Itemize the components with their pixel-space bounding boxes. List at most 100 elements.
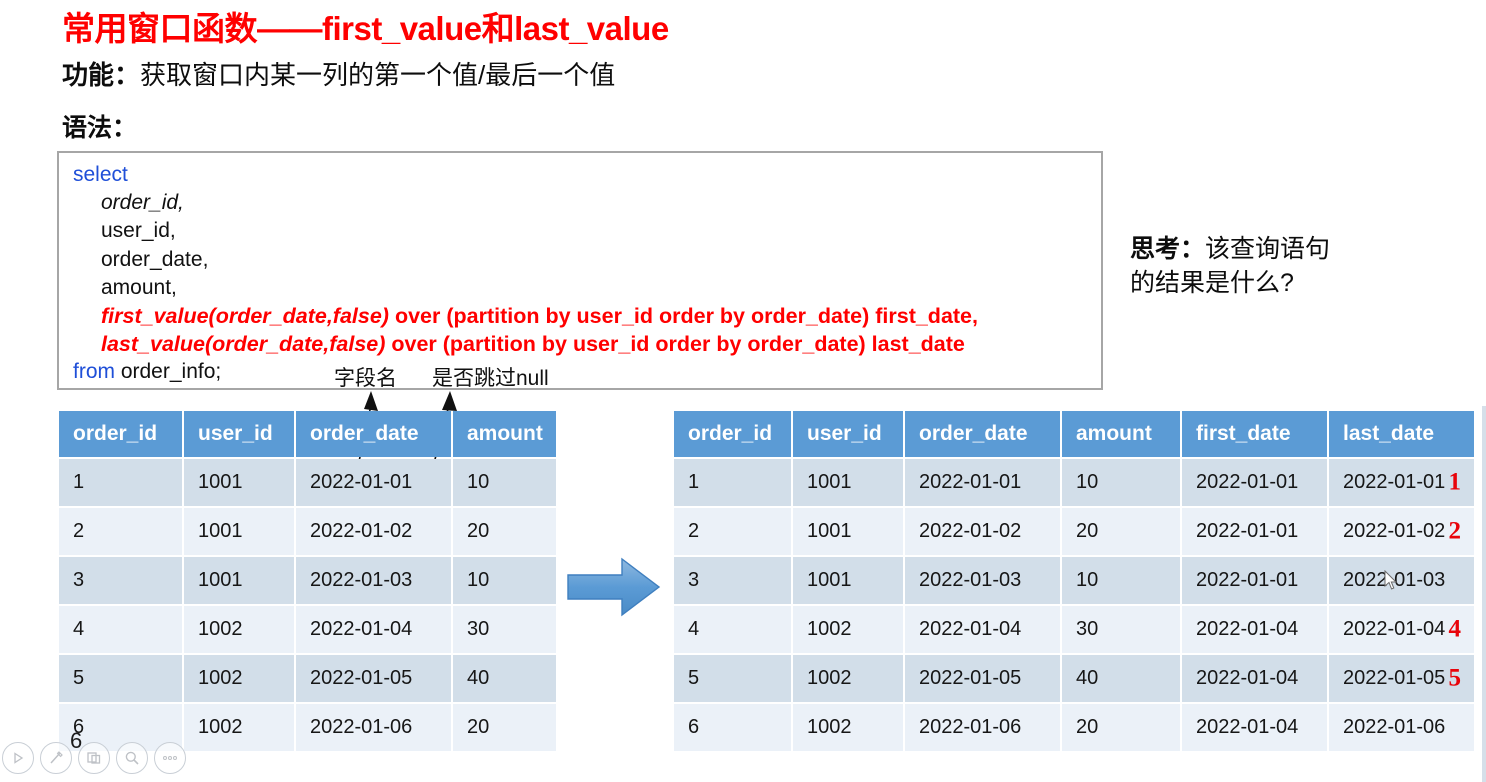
code-line-amount: amount,: [73, 274, 978, 302]
sql-code-text: select order_id, user_id, order_date, am…: [73, 161, 978, 387]
more-icon[interactable]: [154, 742, 186, 774]
cell-order-date: 2022-01-06: [905, 704, 1060, 751]
cell-user-id: 1002: [793, 655, 903, 702]
annotation-skip-null: 是否跳过null: [432, 367, 549, 390]
source-table: order_id user_id order_date amount 1 1001 202…: [57, 409, 558, 753]
play-icon[interactable]: [2, 742, 34, 774]
cell-user-id: 1002: [184, 704, 294, 751]
cell-first-date: 2022-01-01: [1182, 557, 1327, 604]
first-value-call: first_value(order_date,false): [101, 304, 389, 329]
flow-arrow-icon: [567, 557, 661, 617]
annotation-field-name: 字段名: [334, 367, 397, 390]
table-row: 4 1002 2022-01-04 30 2022-01-04 2022-01-04 4: [674, 606, 1474, 653]
code-line-last-value: last_value(order_date,false) over (parti…: [73, 330, 978, 358]
search-icon[interactable]: [116, 742, 148, 774]
cell-order-date: 2022-01-05: [905, 655, 1060, 702]
cell-amount: 10: [453, 459, 556, 506]
table-header-row: order_id user_id order_date amount first_dat…: [674, 411, 1474, 457]
table-row: 6 1002 2022-01-06 20 2022-01-04 2022-01-06: [674, 704, 1474, 751]
cell-order-id: 1: [674, 459, 791, 506]
cell-order-date: 2022-01-03: [296, 557, 451, 604]
cell-user-id: 1002: [184, 606, 294, 653]
cell-order-id: 4: [674, 606, 791, 653]
cell-user-id: 1001: [184, 557, 294, 604]
pen-icon[interactable]: [40, 742, 72, 774]
cell-last-date: 2022-01-05 5: [1329, 655, 1474, 702]
cell-first-date: 2022-01-01: [1182, 508, 1327, 555]
column-header-order-date: order_date: [296, 411, 451, 457]
cell-order-id: 6: [674, 704, 791, 751]
cell-order-date: 2022-01-05: [296, 655, 451, 702]
code-line-order-date: order_date,: [73, 246, 978, 274]
cell-first-date: 2022-01-04: [1182, 704, 1327, 751]
cell-amount: 30: [1062, 606, 1180, 653]
cell-user-id: 1002: [793, 704, 903, 751]
code-line-user-id: user_id,: [73, 217, 978, 245]
table-row: 3 1001 2022-01-03 10 2022-01-01 2022-01-03: [674, 557, 1474, 604]
column-header-order-date: order_date: [905, 411, 1060, 457]
table-row: 2 1001 2022-01-02 20: [59, 508, 556, 555]
cell-amount: 20: [1062, 704, 1180, 751]
cell-order-id: 3: [674, 557, 791, 604]
column-header-order-id: order_id: [674, 411, 791, 457]
table-row: 1 1001 2022-01-01 10 2022-01-01 2022-01-01 1: [674, 459, 1474, 506]
red-annotation-digit: 5: [1448, 663, 1462, 691]
cell-amount: 40: [453, 655, 556, 702]
cell-order-date: 2022-01-02: [905, 508, 1060, 555]
code-line-order-id: order_id,: [73, 189, 978, 217]
cell-order-id: 5: [674, 655, 791, 702]
table-row: 1 1001 2022-01-01 10: [59, 459, 556, 506]
cell-order-id: 5: [59, 655, 182, 702]
column-header-last-date: last_date: [1329, 411, 1474, 457]
column-order-date: order_date,: [101, 247, 209, 271]
cell-user-id: 1001: [184, 508, 294, 555]
keyword-select: select: [73, 163, 128, 186]
function-description: 功能：获取窗口内某一列的第一个值/最后一个值: [62, 55, 615, 92]
cell-amount: 20: [453, 704, 556, 751]
keyword-from: from: [73, 360, 115, 384]
bottom-toolbar[interactable]: [2, 742, 186, 774]
table-row: 5 1002 2022-01-05 40: [59, 655, 556, 702]
cell-amount: 10: [1062, 557, 1180, 604]
cell-amount: 20: [453, 508, 556, 555]
cell-order-date: 2022-01-01: [296, 459, 451, 506]
think-note: 思考：该查询语句 的结果是什么?: [1130, 232, 1330, 300]
cell-order-id: 2: [674, 508, 791, 555]
red-annotation-digit: 4: [1448, 614, 1462, 642]
layout-icon[interactable]: [78, 742, 110, 774]
table-row: 5 1002 2022-01-05 40 2022-01-04 2022-01-05 5: [674, 655, 1474, 702]
cell-last-date: 2022-01-06: [1329, 704, 1474, 751]
column-header-order-id: order_id: [59, 411, 182, 457]
cell-last-date: 2022-01-03: [1329, 557, 1474, 604]
cell-user-id: 1001: [793, 557, 903, 604]
column-amount: amount,: [101, 275, 177, 299]
cell-amount: 10: [453, 557, 556, 604]
function-text: 获取窗口内某一列的第一个值/最后一个值: [140, 60, 616, 90]
last-value-over-clause: over (partition by user_id order by orde…: [385, 332, 965, 357]
column-header-user-id: user_id: [793, 411, 903, 457]
think-text-1: 该查询语句: [1205, 235, 1331, 263]
column-order-id: order_id,: [101, 191, 184, 215]
result-table: order_id user_id order_date amount first_dat…: [672, 409, 1476, 753]
cell-order-id: 3: [59, 557, 182, 604]
cell-amount: 30: [453, 606, 556, 653]
think-text-2: 的结果是什么?: [1130, 269, 1294, 297]
cell-user-id: 1001: [793, 459, 903, 506]
table-row: 4 1002 2022-01-04 30: [59, 606, 556, 653]
cell-user-id: 1001: [184, 459, 294, 506]
cell-order-date: 2022-01-04: [905, 606, 1060, 653]
cell-user-id: 1001: [793, 508, 903, 555]
cell-amount: 10: [1062, 459, 1180, 506]
red-annotation-digit: 2: [1448, 516, 1462, 544]
column-user-id: user_id,: [101, 219, 176, 243]
cell-amount: 40: [1062, 655, 1180, 702]
right-edge-strip: [1482, 406, 1486, 782]
column-header-amount: amount: [1062, 411, 1180, 457]
cell-user-id: 1002: [184, 655, 294, 702]
column-header-first-date: first_date: [1182, 411, 1327, 457]
table-name-order-info: order_info;: [115, 360, 222, 384]
cell-last-date: 2022-01-02 2: [1329, 508, 1474, 555]
cell-order-id: 2: [59, 508, 182, 555]
cell-last-date: 2022-01-04 4: [1329, 606, 1474, 653]
cell-amount: 20: [1062, 508, 1180, 555]
